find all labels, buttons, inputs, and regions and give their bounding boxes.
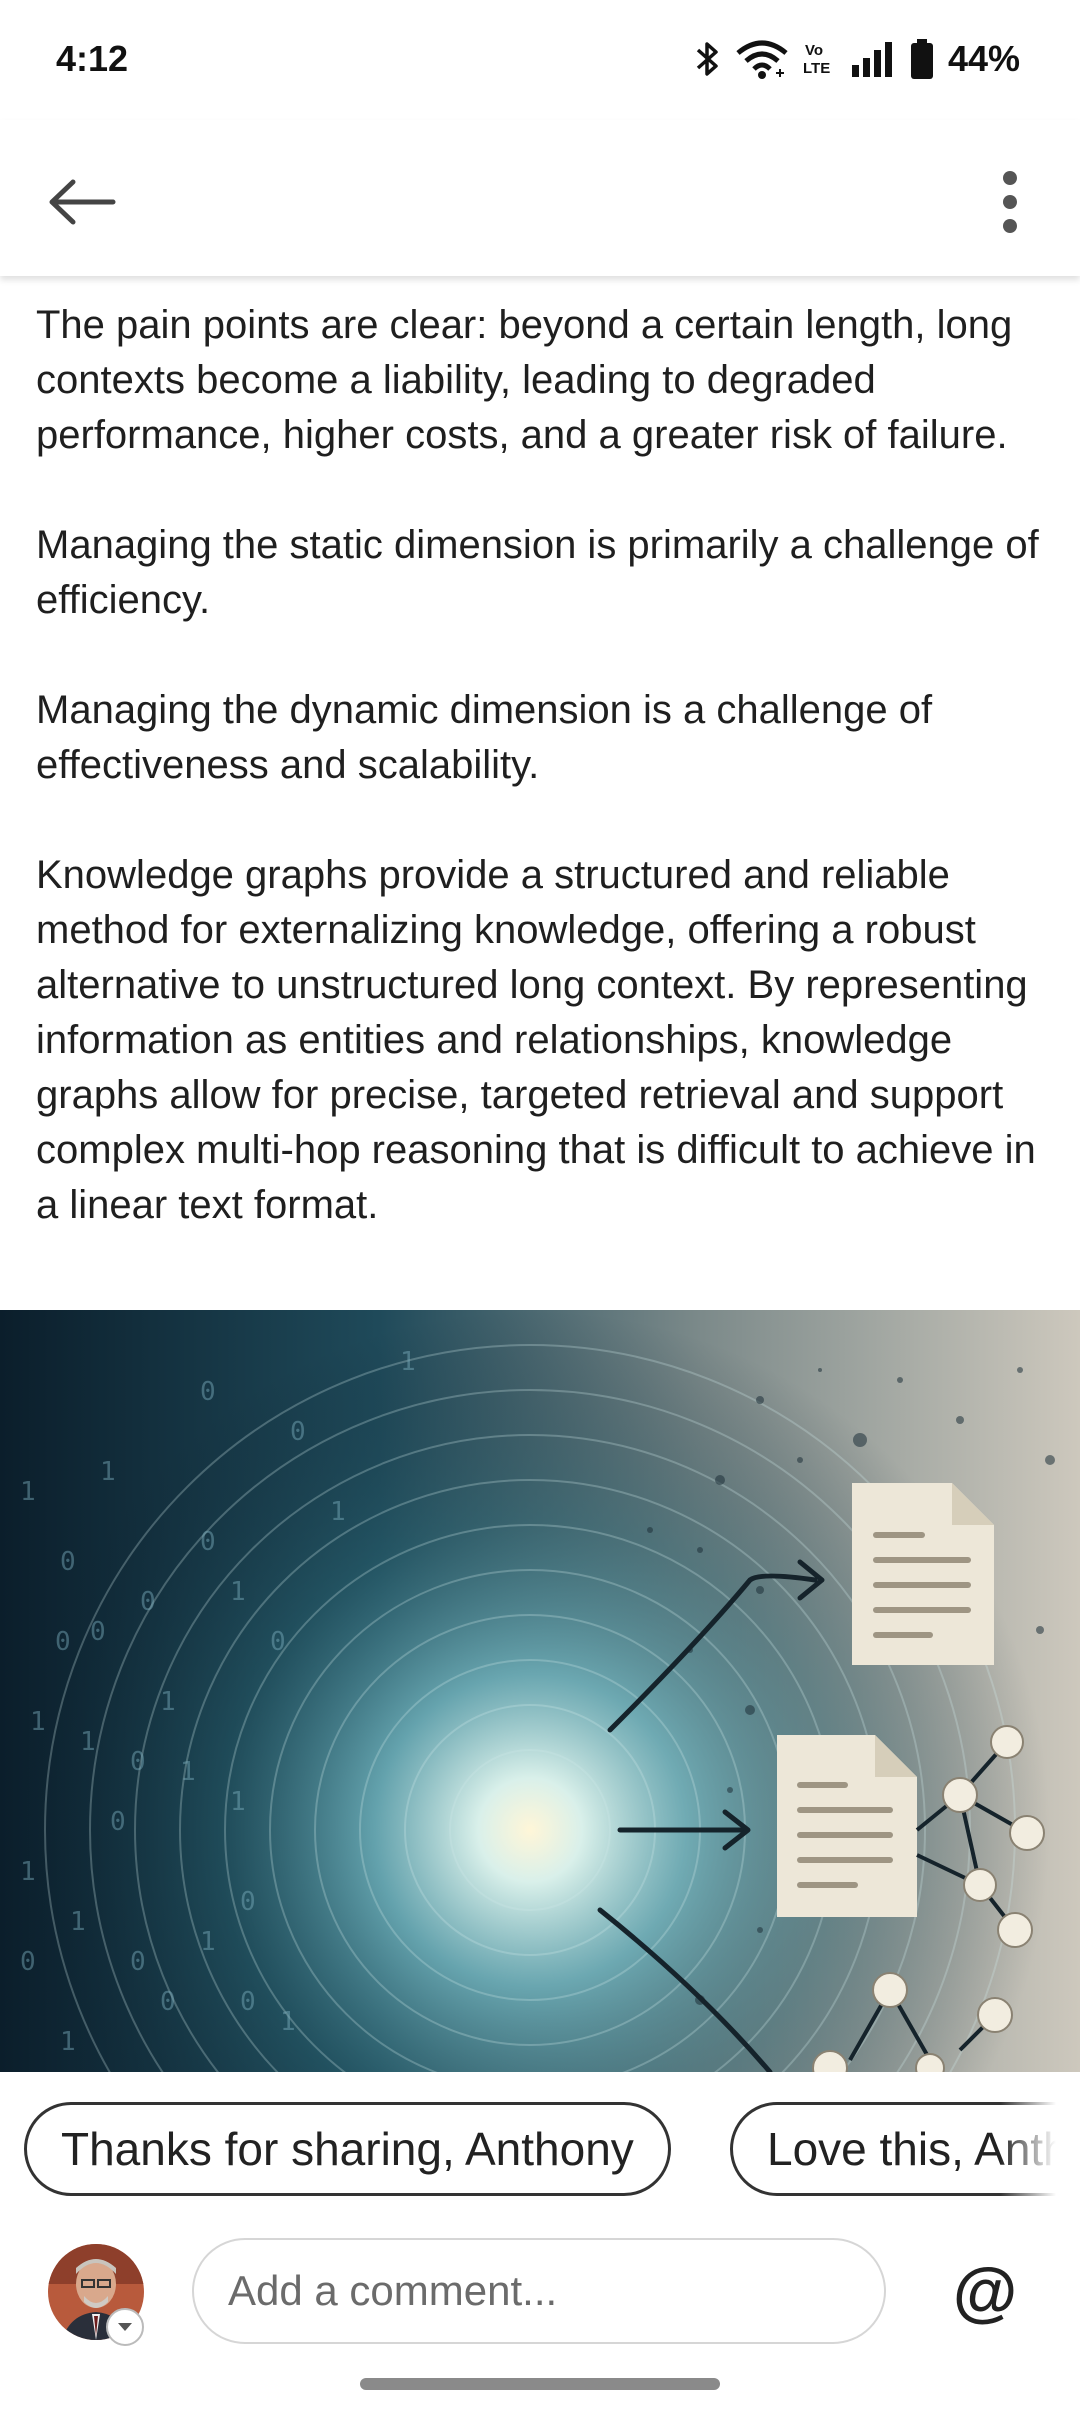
svg-text:0: 0 [130,1947,146,1977]
comment-bar: @ [0,2224,1080,2374]
volte-icon: Vo LTE [803,42,830,77]
svg-text:1: 1 [400,1347,416,1377]
back-button[interactable] [40,160,124,244]
bluetooth-icon [696,42,718,76]
svg-text:0: 0 [240,1987,256,2017]
battery-icon [910,39,933,79]
article-body: The pain points are clear: beyond a cert… [36,298,1046,1233]
svg-text:0: 0 [110,1807,126,1837]
svg-text:0: 0 [270,1627,286,1657]
wifi-icon [736,40,788,79]
status-bar: 4:12 Vo LTE 44% [0,0,1080,120]
svg-text:1: 1 [200,1927,216,1957]
svg-text:1: 1 [160,1687,176,1717]
svg-text:0: 0 [200,1377,216,1407]
svg-text:1: 1 [20,1857,36,1887]
more-options-button[interactable] [970,160,1050,244]
svg-text:1: 1 [280,2007,296,2037]
svg-text:Vo: Vo [805,42,823,59]
account-switch-badge[interactable] [106,2308,144,2346]
svg-text:0: 0 [290,1417,306,1447]
svg-text:1: 1 [230,1787,246,1817]
home-indicator[interactable] [360,2378,720,2390]
scroll-fade [1000,2072,1080,2224]
svg-text:1: 1 [20,1477,36,1507]
svg-text:0: 0 [160,1987,176,2017]
battery-percent: 44% [947,38,1020,79]
status-icons: Vo LTE 44% [694,38,1020,80]
knowledge-graph-illustration: 101 000 010 111 0 11 011 010 010 0 01 110 [0,1310,1080,2072]
svg-text:0: 0 [130,1747,146,1777]
svg-text:1: 1 [230,1577,246,1607]
more-vert-icon [1003,171,1017,233]
svg-text:1: 1 [30,1707,46,1737]
article-paragraph: Managing the static dimension is primari… [36,523,1039,622]
signal-icon [851,42,892,77]
article-paragraph: The pain points are clear: beyond a cert… [36,303,1013,457]
svg-text:0: 0 [60,1547,76,1577]
suggested-replies: Thanks for sharing, Anthony Love this, A… [0,2072,1080,2224]
svg-text:1: 1 [70,1907,86,1937]
svg-text:0: 0 [55,1627,71,1657]
app-header [0,120,1080,276]
arrow-left-icon [49,179,116,225]
svg-text:0: 0 [20,1947,36,1977]
svg-text:1: 1 [100,1457,116,1487]
comment-input[interactable] [192,2238,886,2344]
suggestion-chip[interactable]: Thanks for sharing, Anthony [24,2102,671,2196]
article-paragraph: Managing the dynamic dimension is a chal… [36,688,933,787]
svg-text:0: 0 [240,1887,256,1917]
svg-text:1: 1 [180,1757,196,1787]
svg-text:1: 1 [80,1727,96,1757]
svg-text:0: 0 [200,1527,216,1557]
article-hero-image[interactable]: 101 000 010 111 011 011 010 010 001 110 [0,1310,1080,2072]
svg-text:0: 0 [140,1587,156,1617]
mention-button[interactable]: @ [940,2246,1030,2336]
svg-text:1: 1 [330,1497,346,1527]
svg-text:LTE: LTE [803,60,830,77]
svg-text:1: 1 [60,2027,76,2057]
article-paragraph: Knowledge graphs provide a structured an… [36,853,1036,1227]
chevron-down-icon [118,2323,132,2331]
svg-text:0: 0 [90,1617,106,1647]
status-time: 4:12 [56,38,129,79]
